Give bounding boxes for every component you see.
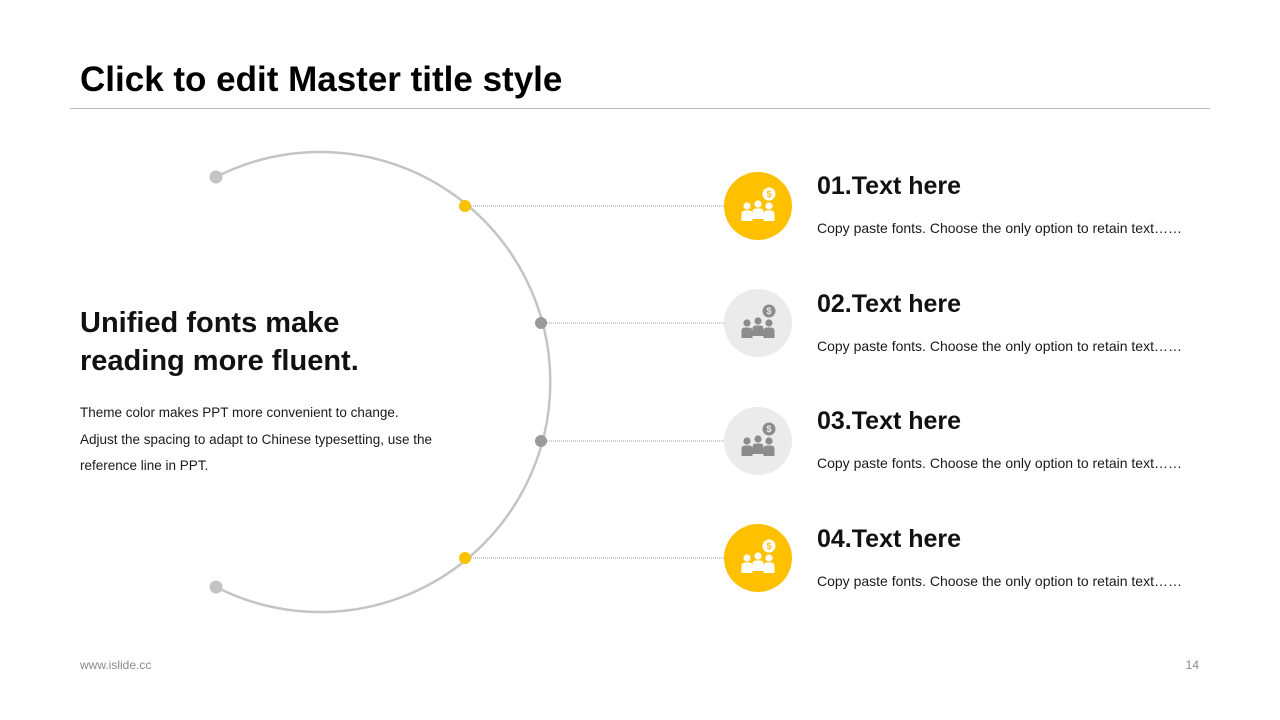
headline[interactable]: Unified fonts make reading more fluent.: [80, 304, 359, 380]
item-heading-1[interactable]: 01.Text here: [817, 172, 961, 201]
item-heading-2[interactable]: 02.Text here: [817, 290, 961, 319]
item-icon-4[interactable]: $: [724, 524, 792, 592]
body-line-1: Theme color makes PPT more convenient to…: [80, 405, 399, 420]
arc-dot-4: [459, 552, 471, 564]
footer-url: www.islide.cc: [80, 658, 152, 672]
svg-text:$: $: [766, 306, 771, 316]
arc-dot-3: [535, 435, 547, 447]
arc-end-dot: [209, 580, 223, 594]
headline-line-2: reading more fluent.: [80, 345, 359, 377]
body-line-2: Adjust the spacing to adapt to Chinese t…: [80, 431, 432, 447]
item-icon-2[interactable]: $: [724, 289, 792, 357]
main-arc: [215, 150, 552, 614]
item-description-3[interactable]: Copy paste fonts. Choose the only option…: [817, 455, 1182, 471]
item-icon-3[interactable]: $: [724, 407, 792, 475]
item-heading-3[interactable]: 03.Text here: [817, 407, 961, 436]
body-line-3: reference line in PPT.: [80, 458, 209, 473]
item-description-4[interactable]: Copy paste fonts. Choose the only option…: [817, 573, 1182, 589]
slide-title[interactable]: Click to edit Master title style: [80, 60, 562, 100]
title-divider: [70, 108, 1210, 109]
body-text[interactable]: Theme color makes PPT more convenient to…: [80, 400, 480, 480]
svg-text:$: $: [766, 541, 771, 551]
arc-start-dot: [209, 170, 223, 184]
arc-dot-2: [535, 317, 547, 329]
item-heading-4[interactable]: 04.Text here: [817, 525, 961, 554]
page-number: 14: [1185, 658, 1199, 672]
item-description-2[interactable]: Copy paste fonts. Choose the only option…: [817, 338, 1182, 354]
svg-text:$: $: [766, 189, 771, 199]
headline-line-1: Unified fonts make: [80, 307, 340, 339]
item-description-1[interactable]: Copy paste fonts. Choose the only option…: [817, 220, 1182, 236]
arc-dot-1: [459, 200, 471, 212]
svg-text:$: $: [766, 424, 771, 434]
item-icon-1[interactable]: $: [724, 172, 792, 240]
